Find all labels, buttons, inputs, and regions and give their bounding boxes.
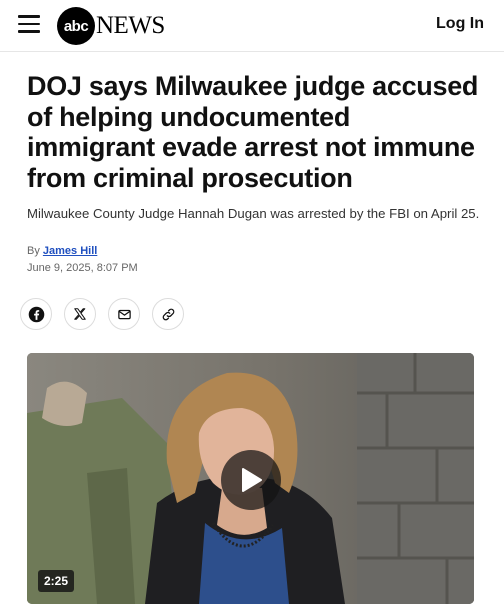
email-icon [117,309,131,319]
logo-wordmark: NEWS [96,12,165,39]
article-subheadline: Milwaukee County Judge Hannah Dugan was … [27,206,480,221]
author-link[interactable]: James Hill [43,245,97,257]
byline-prefix: By [27,245,40,257]
top-nav: abc NEWS Log In [0,0,504,52]
article-headline: DOJ says Milwaukee judge accused of help… [27,71,479,193]
video-player[interactable]: 2:25 [27,353,474,604]
abc-news-logo[interactable]: abc NEWS [57,7,165,45]
hamburger-icon[interactable] [18,15,40,33]
facebook-icon [28,306,44,322]
play-icon [242,468,262,492]
publish-date: June 9, 2025, 8:07 PM [27,262,138,274]
video-duration: 2:25 [38,570,75,592]
x-icon [74,308,86,320]
share-facebook-button[interactable] [20,298,52,330]
share-email-button[interactable] [108,298,140,330]
copy-link-button[interactable] [152,298,184,330]
play-button[interactable] [221,450,281,510]
byline: By James Hill [27,245,97,257]
logo-mark: abc [57,7,95,45]
login-button[interactable]: Log In [436,15,484,33]
link-icon [162,308,174,320]
share-bar [20,298,184,330]
share-x-button[interactable] [64,298,96,330]
